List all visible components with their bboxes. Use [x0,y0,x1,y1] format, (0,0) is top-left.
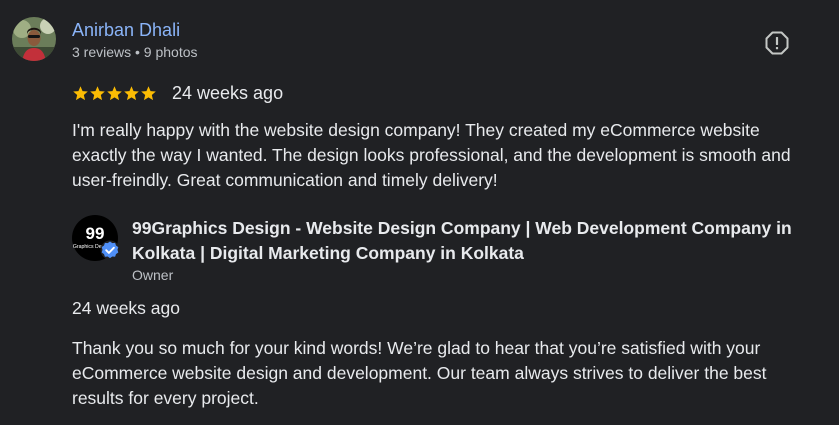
reply-text: Thank you so much for your kind words! W… [72,338,767,408]
reviewer-name-link[interactable]: Anirban Dhali [72,19,180,41]
review-card: Anirban Dhali 3 reviews • 9 photos 24 we… [0,0,839,425]
star-icon [73,85,88,100]
star-rating [72,85,157,102]
report-flag-icon [765,31,789,55]
business-logo-icon: 99 Graphics Design [72,215,120,261]
star-icon [90,85,105,100]
verified-badge-icon [100,240,120,260]
owner-logo: 99 Graphics Design [72,215,120,263]
rating-row: 24 weeks ago [72,82,283,104]
reviewer-avatar[interactable] [12,17,56,61]
report-review-button[interactable] [764,30,790,56]
owner-logo-text: 99 [86,224,105,243]
owner-name: 99Graphics Design - Website Design Compa… [132,218,792,263]
owner-role: Owner [132,267,174,283]
review-time: 24 weeks ago [172,83,284,103]
star-icon [107,85,122,100]
person-photo-icon [12,17,56,61]
reviewer-meta: 3 reviews • 9 photos [72,44,198,60]
reply-time: 24 weeks ago [72,298,180,318]
review-text: I'm really happy with the website design… [72,120,791,190]
star-icon [124,85,139,100]
star-icon [141,85,156,100]
